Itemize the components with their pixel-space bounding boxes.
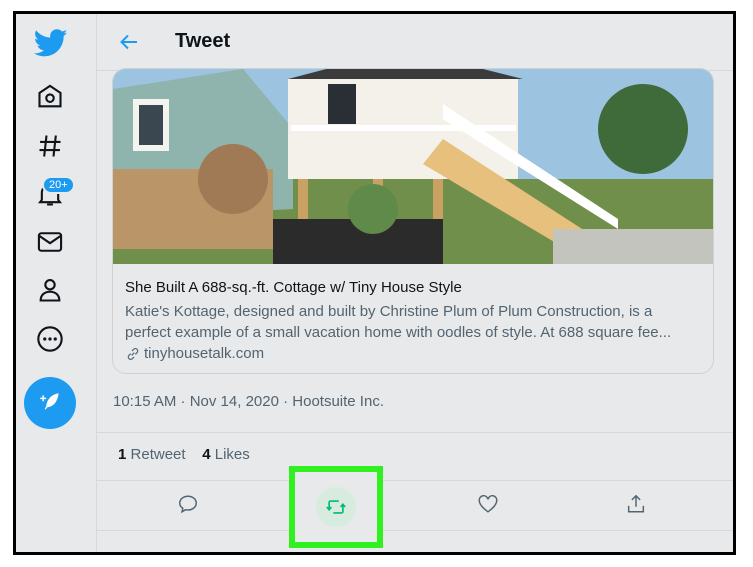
link-preview-card[interactable]: She Built A 688-sq.-ft. Cottage w/ Tiny …	[112, 68, 714, 374]
tweet-timestamp: 10:15 AM · Nov 14, 2020 · Hootsuite Inc.	[113, 393, 384, 410]
main-column: Tweet She Built A 688-sq.-ft. Cottage w/…	[97, 14, 733, 552]
card-link[interactable]: tinyhousetalk.com	[125, 345, 264, 362]
card-description-line-1: Katie's Kottage, designed and built by C…	[125, 303, 653, 320]
link-chain-icon	[127, 347, 139, 360]
home-icon[interactable]	[36, 83, 64, 111]
reply-icon[interactable]	[177, 493, 199, 515]
compose-tweet-button[interactable]	[24, 377, 76, 429]
card-link-domain: tinyhousetalk.com	[144, 345, 265, 362]
back-arrow-icon[interactable]	[117, 30, 141, 54]
retweet-stat-label: Retweet	[130, 446, 186, 463]
tweet-stats: 1 Retweet 4 Likes	[97, 432, 733, 481]
app-frame: 20+ Tweet She Built A 688-sq.-ft. Cottag…	[13, 11, 736, 555]
notifications-badge: 20+	[42, 176, 75, 194]
like-count: 4	[202, 446, 211, 463]
retweet-button[interactable]	[316, 487, 356, 527]
page-header: Tweet	[97, 14, 733, 71]
share-icon[interactable]	[625, 493, 647, 515]
more-options-icon[interactable]	[36, 325, 64, 353]
card-description: Katie's Kottage, designed and built by C…	[125, 301, 705, 343]
card-description-line-2: perfect example of a small vacation home…	[125, 324, 672, 341]
quill-plus-icon	[40, 393, 59, 410]
card-image-house	[113, 69, 713, 264]
page-title: Tweet	[175, 30, 231, 52]
like-heart-icon[interactable]	[477, 493, 499, 515]
twitter-logo-icon[interactable]	[33, 26, 68, 60]
retweet-stat[interactable]: 1 Retweet	[118, 446, 186, 463]
retweet-button-highlight[interactable]	[289, 466, 383, 548]
explore-hashtag-icon[interactable]	[36, 132, 64, 160]
retweet-count: 1	[118, 446, 127, 463]
like-stat-label: Likes	[214, 446, 250, 463]
sidebar: 20+	[16, 14, 97, 552]
messages-envelope-icon[interactable]	[36, 228, 64, 256]
like-stat[interactable]: 4 Likes	[202, 446, 250, 463]
retweet-icon	[326, 500, 346, 514]
profile-person-icon[interactable]	[36, 276, 64, 304]
card-title: She Built A 688-sq.-ft. Cottage w/ Tiny …	[125, 279, 462, 296]
tweet-actions	[97, 480, 733, 531]
